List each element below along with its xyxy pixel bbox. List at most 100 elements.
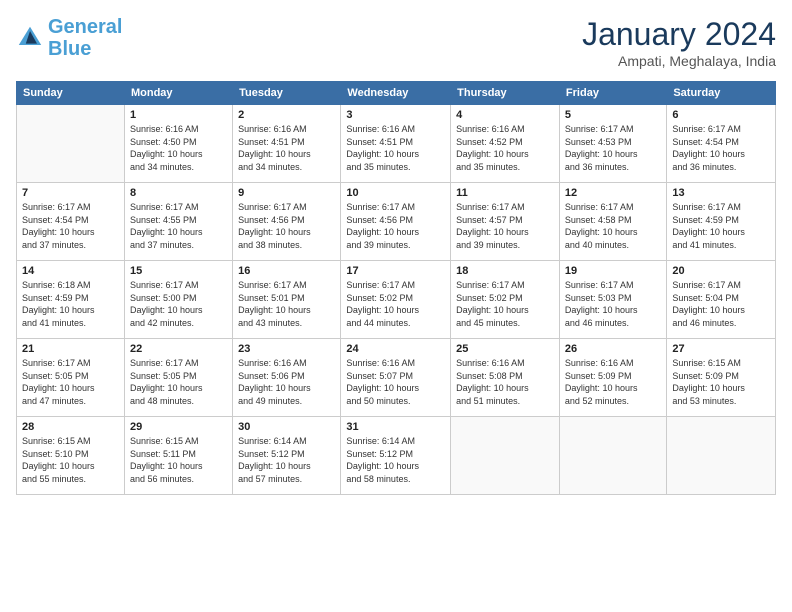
day-info: Sunrise: 6:14 AM Sunset: 5:12 PM Dayligh… — [346, 435, 445, 485]
day-info: Sunrise: 6:17 AM Sunset: 5:01 PM Dayligh… — [238, 279, 335, 329]
day-number: 4 — [456, 109, 554, 121]
day-info: Sunrise: 6:17 AM Sunset: 4:56 PM Dayligh… — [238, 201, 335, 251]
calendar-cell: 27 Sunrise: 6:15 AM Sunset: 5:09 PM Dayli… — [667, 339, 776, 417]
day-number: 15 — [130, 265, 227, 277]
day-number: 7 — [22, 187, 119, 199]
day-info: Sunrise: 6:17 AM Sunset: 4:57 PM Dayligh… — [456, 201, 554, 251]
logo-icon — [16, 24, 44, 52]
day-info: Sunrise: 6:14 AM Sunset: 5:12 PM Dayligh… — [238, 435, 335, 485]
day-info: Sunrise: 6:16 AM Sunset: 5:08 PM Dayligh… — [456, 357, 554, 407]
calendar-cell: 31 Sunrise: 6:14 AM Sunset: 5:12 PM Dayli… — [341, 417, 451, 495]
day-number: 21 — [22, 343, 119, 355]
calendar-cell: 17Sunrise: 6:17 AM Sunset: 5:02 PM Dayli… — [341, 261, 451, 339]
day-number: 24 — [346, 343, 445, 355]
day-info: Sunrise: 6:17 AM Sunset: 4:59 PM Dayligh… — [672, 201, 770, 251]
day-number: 6 — [672, 109, 770, 121]
calendar-cell: 5Sunrise: 6:17 AM Sunset: 4:53 PM Daylig… — [559, 105, 666, 183]
calendar-cell: 20Sunrise: 6:17 AM Sunset: 5:04 PM Dayli… — [667, 261, 776, 339]
calendar-cell: 16 Sunrise: 6:17 AM Sunset: 5:01 PM Dayli… — [233, 261, 341, 339]
week-row-1: 7Sunrise: 6:17 AM Sunset: 4:54 PM Daylig… — [17, 183, 776, 261]
calendar-cell: 9 Sunrise: 6:17 AM Sunset: 4:56 PM Daylig… — [233, 183, 341, 261]
day-number: 14 — [22, 265, 119, 277]
location: Ampati, Meghalaya, India — [582, 53, 776, 69]
month-year: January 2024 — [582, 16, 776, 53]
calendar-cell — [17, 105, 125, 183]
week-row-0: 1 Sunrise: 6:16 AM Sunset: 4:50 PM Daylig… — [17, 105, 776, 183]
calendar-cell — [559, 417, 666, 495]
day-number: 26 — [565, 343, 661, 355]
calendar-cell: 26 Sunrise: 6:16 AM Sunset: 5:09 PM Dayli… — [559, 339, 666, 417]
day-info: Sunrise: 6:15 AM Sunset: 5:09 PM Dayligh… — [672, 357, 770, 407]
calendar-cell: 12 Sunrise: 6:17 AM Sunset: 4:58 PM Dayli… — [559, 183, 666, 261]
day-number: 28 — [22, 421, 119, 433]
day-number: 10 — [346, 187, 445, 199]
calendar-cell: 11 Sunrise: 6:17 AM Sunset: 4:57 PM Dayli… — [451, 183, 560, 261]
day-number: 12 — [565, 187, 661, 199]
day-info: Sunrise: 6:17 AM Sunset: 4:58 PM Dayligh… — [565, 201, 661, 251]
day-number: 31 — [346, 421, 445, 433]
calendar-cell: 25Sunrise: 6:16 AM Sunset: 5:08 PM Dayli… — [451, 339, 560, 417]
day-info: Sunrise: 6:17 AM Sunset: 4:56 PM Dayligh… — [346, 201, 445, 251]
calendar-table: Sunday Monday Tuesday Wednesday Thursday… — [16, 81, 776, 495]
day-info: Sunrise: 6:16 AM Sunset: 4:51 PM Dayligh… — [346, 123, 445, 173]
calendar-cell: 3Sunrise: 6:16 AM Sunset: 4:51 PM Daylig… — [341, 105, 451, 183]
day-info: Sunrise: 6:16 AM Sunset: 5:07 PM Dayligh… — [346, 357, 445, 407]
calendar-cell — [667, 417, 776, 495]
day-number: 16 — [238, 265, 335, 277]
header-monday: Monday — [124, 82, 232, 105]
calendar-cell: 6Sunrise: 6:17 AM Sunset: 4:54 PM Daylig… — [667, 105, 776, 183]
calendar-cell: 8Sunrise: 6:17 AM Sunset: 4:55 PM Daylig… — [124, 183, 232, 261]
day-number: 29 — [130, 421, 227, 433]
day-info: Sunrise: 6:17 AM Sunset: 5:05 PM Dayligh… — [130, 357, 227, 407]
day-number: 13 — [672, 187, 770, 199]
day-info: Sunrise: 6:15 AM Sunset: 5:11 PM Dayligh… — [130, 435, 227, 485]
day-info: Sunrise: 6:16 AM Sunset: 5:09 PM Dayligh… — [565, 357, 661, 407]
header-wednesday: Wednesday — [341, 82, 451, 105]
day-number: 18 — [456, 265, 554, 277]
day-info: Sunrise: 6:17 AM Sunset: 5:02 PM Dayligh… — [346, 279, 445, 329]
day-number: 9 — [238, 187, 335, 199]
day-info: Sunrise: 6:16 AM Sunset: 4:50 PM Dayligh… — [130, 123, 227, 173]
header-tuesday: Tuesday — [233, 82, 341, 105]
calendar-cell: 2 Sunrise: 6:16 AM Sunset: 4:51 PM Daylig… — [233, 105, 341, 183]
calendar-cell: 29 Sunrise: 6:15 AM Sunset: 5:11 PM Dayli… — [124, 417, 232, 495]
calendar-cell: 7Sunrise: 6:17 AM Sunset: 4:54 PM Daylig… — [17, 183, 125, 261]
header-friday: Friday — [559, 82, 666, 105]
day-number: 19 — [565, 265, 661, 277]
day-info: Sunrise: 6:17 AM Sunset: 5:00 PM Dayligh… — [130, 279, 227, 329]
logo: General Blue — [16, 16, 122, 60]
calendar-cell: 15 Sunrise: 6:17 AM Sunset: 5:00 PM Dayli… — [124, 261, 232, 339]
day-info: Sunrise: 6:17 AM Sunset: 5:03 PM Dayligh… — [565, 279, 661, 329]
title-block: January 2024 Ampati, Meghalaya, India — [582, 16, 776, 69]
header: General Blue January 2024 Ampati, Meghal… — [16, 16, 776, 69]
calendar-cell: 14 Sunrise: 6:18 AM Sunset: 4:59 PM Dayli… — [17, 261, 125, 339]
calendar-cell: 28 Sunrise: 6:15 AM Sunset: 5:10 PM Dayli… — [17, 417, 125, 495]
calendar-header-row: Sunday Monday Tuesday Wednesday Thursday… — [17, 82, 776, 105]
day-number: 2 — [238, 109, 335, 121]
calendar-cell: 21Sunrise: 6:17 AM Sunset: 5:05 PM Dayli… — [17, 339, 125, 417]
page: General Blue January 2024 Ampati, Meghal… — [0, 0, 792, 612]
logo-text: General Blue — [48, 16, 122, 60]
day-info: Sunrise: 6:16 AM Sunset: 4:52 PM Dayligh… — [456, 123, 554, 173]
day-number: 23 — [238, 343, 335, 355]
week-row-3: 21 Sunrise: 6:17 AM Sunset: 5:05 PM Dayli… — [17, 339, 776, 417]
day-number: 11 — [456, 187, 554, 199]
day-number: 30 — [238, 421, 335, 433]
day-info: Sunrise: 6:17 AM Sunset: 4:53 PM Dayligh… — [565, 123, 661, 173]
day-number: 1 — [130, 109, 227, 121]
day-info: Sunrise: 6:16 AM Sunset: 5:06 PM Dayligh… — [238, 357, 335, 407]
calendar-cell: 10 Sunrise: 6:17 AM Sunset: 4:56 PM Dayli… — [341, 183, 451, 261]
calendar-cell: 30 Sunrise: 6:14 AM Sunset: 5:12 PM Dayli… — [233, 417, 341, 495]
calendar-cell: 18Sunrise: 6:17 AM Sunset: 5:02 PM Dayli… — [451, 261, 560, 339]
day-info: Sunrise: 6:16 AM Sunset: 4:51 PM Dayligh… — [238, 123, 335, 173]
header-saturday: Saturday — [667, 82, 776, 105]
header-thursday: Thursday — [451, 82, 560, 105]
day-info: Sunrise: 6:18 AM Sunset: 4:59 PM Dayligh… — [22, 279, 119, 329]
day-number: 27 — [672, 343, 770, 355]
calendar-cell: 19 Sunrise: 6:17 AM Sunset: 5:03 PM Dayli… — [559, 261, 666, 339]
calendar-cell: 23 Sunrise: 6:16 AM Sunset: 5:06 PM Dayli… — [233, 339, 341, 417]
calendar-cell: 13 Sunrise: 6:17 AM Sunset: 4:59 PM Dayli… — [667, 183, 776, 261]
day-info: Sunrise: 6:15 AM Sunset: 5:10 PM Dayligh… — [22, 435, 119, 485]
calendar-cell: 24 Sunrise: 6:16 AM Sunset: 5:07 PM Dayli… — [341, 339, 451, 417]
week-row-4: 28 Sunrise: 6:15 AM Sunset: 5:10 PM Dayli… — [17, 417, 776, 495]
